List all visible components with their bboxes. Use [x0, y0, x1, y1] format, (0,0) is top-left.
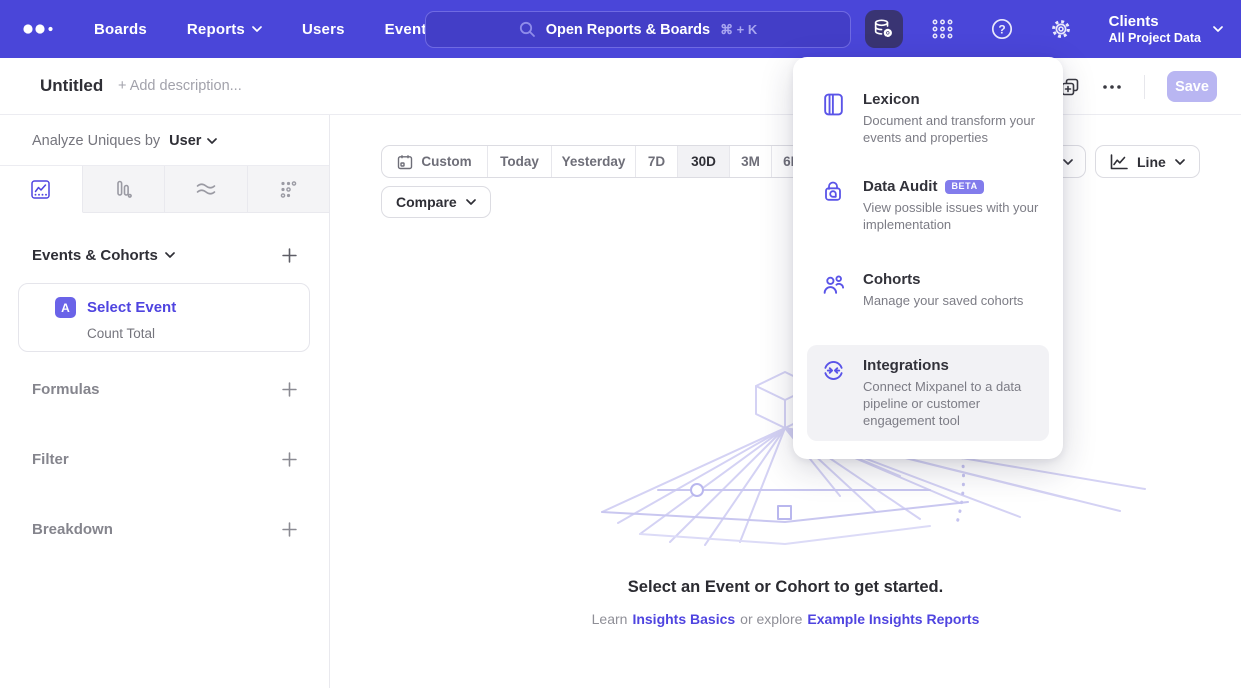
tab-bar-chart[interactable]: [83, 166, 166, 213]
report-actions: Save: [1060, 58, 1217, 115]
breakdown-label: Breakdown: [32, 521, 113, 538]
date-range-30d[interactable]: 30D: [678, 146, 730, 177]
plus-icon: [282, 382, 297, 397]
chart-type-dropdown[interactable]: Line: [1095, 145, 1200, 178]
flows-tab-icon: [196, 181, 216, 197]
event-series-badge: A: [55, 297, 76, 318]
line-chart-icon: [1110, 154, 1128, 170]
tab-flows[interactable]: [165, 166, 248, 213]
plus-icon: [282, 248, 297, 263]
plus-icon: [282, 522, 297, 537]
beta-badge: BETA: [945, 180, 983, 194]
report-title[interactable]: Untitled: [40, 76, 103, 96]
empty-state-links: Learn Insights Basics or explore Example…: [330, 611, 1241, 627]
nav-item-users[interactable]: Users: [302, 21, 345, 38]
project-name: Clients: [1109, 13, 1201, 31]
save-button[interactable]: Save: [1167, 71, 1217, 102]
data-management-icon[interactable]: [865, 10, 903, 48]
date-range-3m[interactable]: 3M: [730, 146, 772, 177]
chevron-down-icon: [207, 138, 217, 144]
bar-chart-tab-icon: [114, 180, 133, 199]
empty-state-title: Select an Event or Cohort to get started…: [330, 578, 1241, 597]
chevron-down-icon: [1063, 159, 1073, 165]
date-range-7d[interactable]: 7D: [636, 146, 678, 177]
mixpanel-logo[interactable]: [22, 18, 56, 40]
date-range-custom[interactable]: Custom: [382, 146, 488, 177]
date-range-today[interactable]: Today: [488, 146, 552, 177]
menu-item-data-audit[interactable]: Data Audit BETA View possible issues wit…: [807, 166, 1049, 245]
plus-icon: [282, 452, 297, 467]
count-total-label[interactable]: Count Total: [87, 326, 155, 341]
chevron-down-icon: [1213, 26, 1223, 32]
apps-grid-icon[interactable]: [924, 10, 962, 48]
search-icon: [519, 21, 536, 38]
calendar-icon: [397, 154, 413, 170]
data-management-menu: Lexicon Document and transform your even…: [793, 57, 1063, 459]
top-nav: Boards Reports Users Events Open Reports…: [0, 0, 1241, 58]
settings-gear-icon[interactable]: [1042, 10, 1080, 48]
events-cohorts-header: Events & Cohorts: [32, 241, 301, 269]
add-filter-button[interactable]: [278, 448, 301, 471]
divider: [1144, 75, 1145, 99]
date-range-yesterday[interactable]: Yesterday: [552, 146, 636, 177]
analyze-value: User: [169, 133, 201, 149]
lexicon-icon: [821, 92, 847, 146]
events-cohorts-label[interactable]: Events & Cohorts: [32, 247, 175, 264]
example-insights-reports-link[interactable]: Example Insights Reports: [807, 611, 979, 627]
analyze-uniques-dropdown[interactable]: Analyze Uniques by User: [32, 133, 217, 149]
nav-right-cluster: ? Clients All Project Data: [865, 0, 1223, 58]
nav-item-reports[interactable]: Reports: [187, 21, 262, 38]
duplicate-icon[interactable]: [1060, 77, 1080, 97]
metrics-grid-tab-icon: [279, 180, 298, 199]
project-selector[interactable]: Clients All Project Data: [1109, 13, 1223, 46]
line-chart-tab-icon: [31, 180, 50, 199]
menu-item-lexicon[interactable]: Lexicon Document and transform your even…: [807, 79, 1049, 158]
nav-links: Boards Reports Users Events: [94, 21, 435, 38]
select-event-card[interactable]: A Select Event Count Total: [18, 283, 310, 352]
filter-label: Filter: [32, 451, 69, 468]
query-sidebar: Analyze Uniques by User: [0, 115, 330, 688]
report-canvas: Custom Today Yesterday 7D 30D 3M 6M Comp…: [330, 115, 1241, 688]
formulas-label: Formulas: [32, 381, 100, 398]
add-breakdown-button[interactable]: [278, 518, 301, 541]
data-audit-icon: [821, 179, 847, 233]
select-event-label[interactable]: Select Event: [87, 299, 176, 316]
search-placeholder: Open Reports & Boards: [546, 22, 710, 38]
more-icon[interactable]: [1102, 84, 1122, 90]
chevron-down-icon: [165, 252, 175, 258]
add-formula-button[interactable]: [278, 378, 301, 401]
breakdown-section: Breakdown: [32, 515, 301, 543]
tab-line-chart[interactable]: [0, 166, 83, 213]
menu-item-cohorts[interactable]: Cohorts Manage your saved cohorts: [807, 259, 1049, 321]
search-shortcut: ⌘ + K: [720, 22, 757, 38]
nav-item-boards[interactable]: Boards: [94, 21, 147, 38]
compare-button[interactable]: Compare: [381, 186, 491, 218]
chevron-down-icon: [252, 26, 262, 32]
project-scope: All Project Data: [1109, 31, 1201, 46]
menu-item-integrations[interactable]: Integrations Connect Mixpanel to a data …: [807, 345, 1049, 441]
filter-section: Filter: [32, 445, 301, 473]
integrations-icon: [821, 358, 847, 429]
chart-type-tabs: [0, 165, 329, 213]
help-icon[interactable]: ?: [983, 10, 1021, 48]
cohorts-icon: [821, 272, 847, 309]
formulas-section: Formulas: [32, 375, 301, 403]
global-search[interactable]: Open Reports & Boards ⌘ + K: [425, 11, 851, 48]
tab-metrics-grid[interactable]: [248, 166, 330, 213]
add-description-field[interactable]: + Add description...: [118, 78, 242, 94]
chevron-down-icon: [1175, 159, 1185, 165]
svg-text:?: ?: [998, 22, 1005, 36]
add-event-button[interactable]: [278, 244, 301, 267]
insights-basics-link[interactable]: Insights Basics: [632, 611, 735, 627]
chevron-down-icon: [466, 199, 476, 205]
